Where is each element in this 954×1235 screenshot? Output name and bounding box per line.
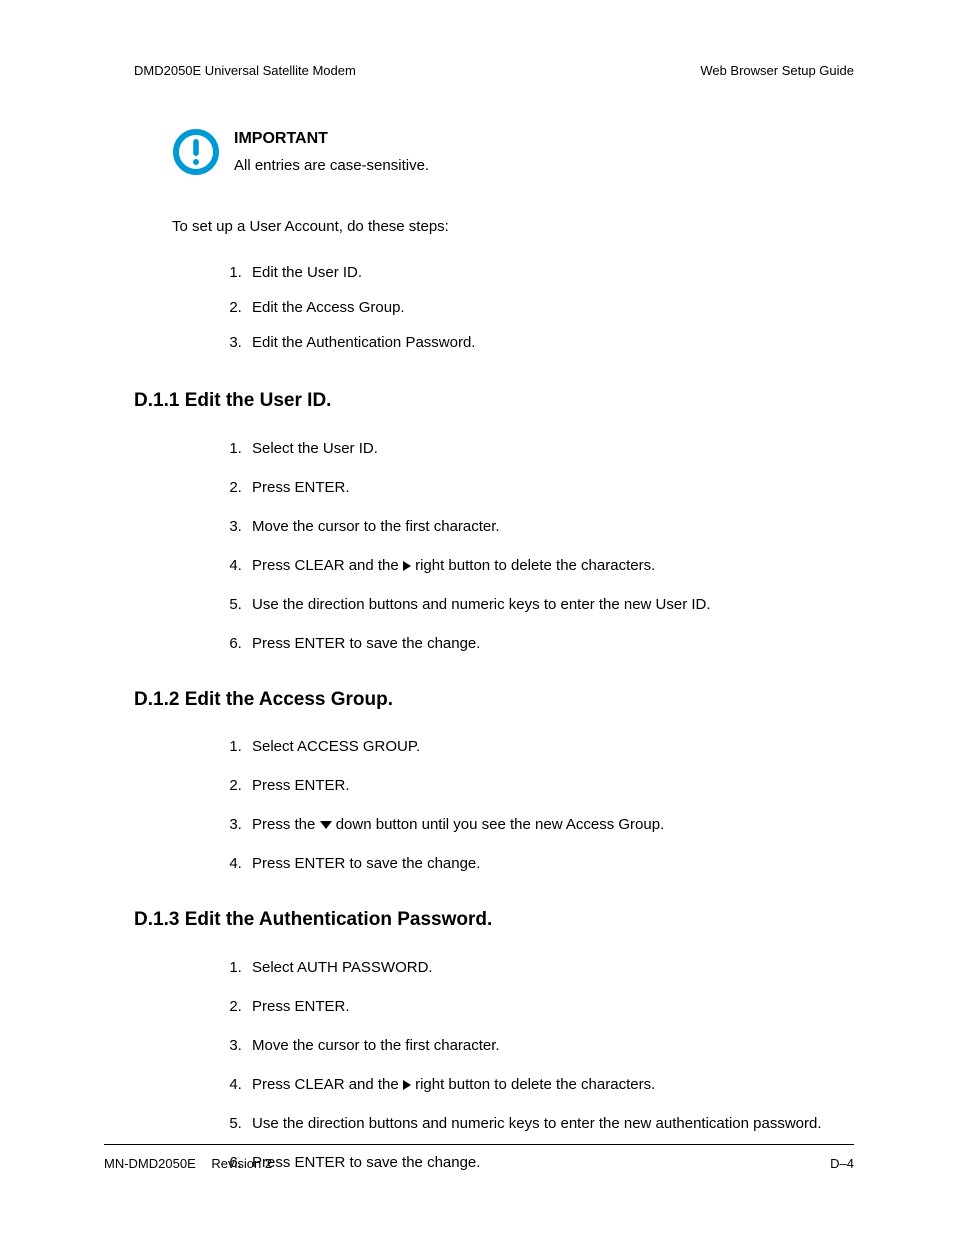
arrow-down-icon [320,821,332,829]
callout-title: IMPORTANT [234,128,429,150]
revision: Revision 2 [211,1156,272,1171]
callout-text: IMPORTANT All entries are case-sensitive… [234,128,429,175]
section-heading: D.1.1 Edit the User ID. [134,388,854,415]
list-item: Select ACCESS GROUP. [246,727,854,766]
list-item: Edit the User ID. [246,255,854,290]
list-item: Press ENTER. [246,468,854,507]
list-item: Select AUTH PASSWORD. [246,948,854,987]
list-item: Press ENTER. [246,766,854,805]
page-number: D–4 [830,1155,854,1173]
page-footer: MN-DMD2050E Revision 2 D–4 [104,1144,854,1173]
list-item: Press CLEAR and the right button to dele… [246,546,854,585]
overview-steps: Edit the User ID. Edit the Access Group.… [246,255,854,360]
important-icon [172,128,220,176]
arrow-right-icon [403,561,411,571]
footer-left: MN-DMD2050E Revision 2 [104,1155,272,1173]
callout-body: All entries are case-sensitive. [234,155,429,176]
header-right: Web Browser Setup Guide [700,62,854,80]
important-callout: IMPORTANT All entries are case-sensitive… [172,128,854,176]
list-item: Use the direction buttons and numeric ke… [246,1104,854,1143]
list-item: Press ENTER. [246,987,854,1026]
list-item: Press the down button until you see the … [246,805,854,844]
section-heading: D.1.3 Edit the Authentication Password. [134,907,854,934]
doc-number: MN-DMD2050E [104,1156,196,1171]
list-item: Use the direction buttons and numeric ke… [246,585,854,624]
intro-text: To set up a User Account, do these steps… [172,216,854,237]
steps-list: Select ACCESS GROUP. Press ENTER. Press … [246,727,854,883]
section-heading: D.1.2 Edit the Access Group. [134,687,854,714]
list-item: Press ENTER to save the change. [246,624,854,663]
header-left: DMD2050E Universal Satellite Modem [134,62,356,80]
list-item: Move the cursor to the first character. [246,1026,854,1065]
arrow-right-icon [403,1080,411,1090]
list-item: Press CLEAR and the right button to dele… [246,1065,854,1104]
list-item: Edit the Access Group. [246,290,854,325]
list-item: Edit the Authentication Password. [246,325,854,360]
list-item: Select the User ID. [246,429,854,468]
list-item: Press ENTER to save the change. [246,844,854,883]
list-item: Move the cursor to the first character. [246,507,854,546]
page-header: DMD2050E Universal Satellite Modem Web B… [134,62,854,80]
steps-list: Select the User ID. Press ENTER. Move th… [246,429,854,663]
